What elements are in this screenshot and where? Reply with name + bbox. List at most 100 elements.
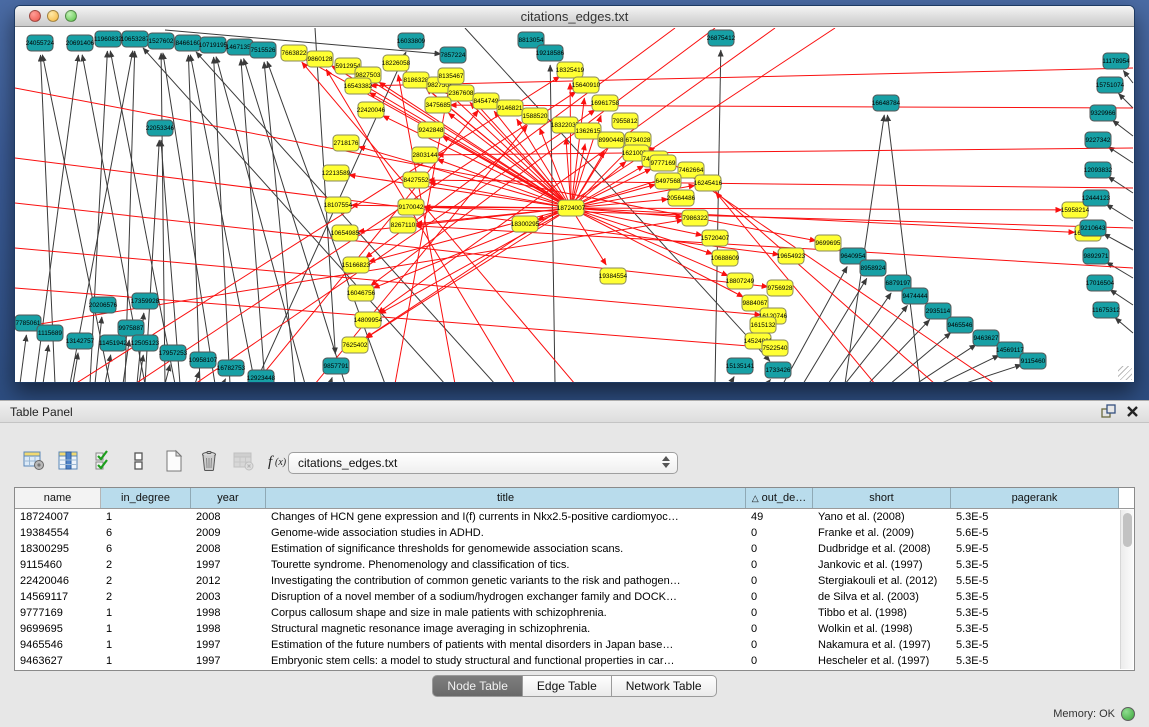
- graph-node[interactable]: 19654923: [777, 248, 806, 264]
- graph-node[interactable]: 7857224: [440, 47, 466, 63]
- graph-node[interactable]: 18107554: [324, 197, 353, 213]
- cell-out_de[interactable]: 0: [746, 637, 813, 653]
- graph-node[interactable]: 18325419: [556, 62, 585, 78]
- graph-node[interactable]: 14809954: [354, 312, 383, 328]
- graph-node[interactable]: 7522540: [762, 340, 788, 356]
- graph-node[interactable]: 10958107: [189, 352, 218, 368]
- column-header-pagerank[interactable]: pagerank: [951, 488, 1119, 508]
- cell-short[interactable]: Tibbo et al. (1998): [813, 605, 951, 621]
- resize-grip-icon[interactable]: [1118, 366, 1132, 380]
- graph-node[interactable]: 9777169: [650, 155, 676, 171]
- graph-node[interactable]: 9227342: [1085, 132, 1111, 148]
- graph-node[interactable]: 8186328: [403, 72, 429, 88]
- cell-pagerank[interactable]: 5.3E-5: [951, 605, 1119, 621]
- cell-out_de[interactable]: 0: [746, 653, 813, 669]
- cell-title[interactable]: Disruption of a novel member of a sodium…: [266, 589, 746, 605]
- graph-node[interactable]: 7663822: [281, 45, 307, 61]
- cell-out_de[interactable]: 0: [746, 589, 813, 605]
- column-header-out_de[interactable]: △out_de…: [746, 488, 813, 508]
- graph-node[interactable]: 26875412: [707, 30, 736, 46]
- graph-node[interactable]: 7625402: [342, 337, 368, 353]
- graph-node[interactable]: 16245416: [694, 175, 723, 191]
- table-row[interactable]: 2242004622012Investigating the contribut…: [15, 573, 1134, 589]
- cell-short[interactable]: Stergiakouli et al. (2012): [813, 573, 951, 589]
- graph-node[interactable]: 9115460: [1020, 353, 1046, 369]
- cell-year[interactable]: 2008: [191, 541, 266, 557]
- table-row[interactable]: 946362711997Embryonic stem cells: a mode…: [15, 653, 1134, 669]
- cell-year[interactable]: 1998: [191, 605, 266, 621]
- graph-node[interactable]: 15751074: [1096, 77, 1125, 93]
- graph-node[interactable]: 17359928: [131, 293, 160, 309]
- cell-title[interactable]: Estimation of the future numbers of pati…: [266, 637, 746, 653]
- cell-short[interactable]: Dudbridge et al. (2008): [813, 541, 951, 557]
- cell-year[interactable]: 2003: [191, 589, 266, 605]
- table-row[interactable]: 969969511998Structural magnetic resonanc…: [15, 621, 1134, 637]
- new-table-icon[interactable]: [162, 448, 186, 474]
- column-header-name[interactable]: name: [15, 488, 101, 508]
- graph-node[interactable]: 1362615: [575, 123, 601, 139]
- cell-pagerank[interactable]: 5.3E-5: [951, 509, 1119, 525]
- cell-in_degree[interactable]: 1: [101, 637, 191, 653]
- graph-node[interactable]: 16543382: [344, 78, 373, 94]
- cell-short[interactable]: de Silva et al. (2003): [813, 589, 951, 605]
- graph-node[interactable]: 9474444: [902, 288, 928, 304]
- cell-short[interactable]: Jankovic et al. (1997): [813, 557, 951, 573]
- cell-pagerank[interactable]: 5.9E-5: [951, 541, 1119, 557]
- table-row[interactable]: 1938455462009Genome-wide association stu…: [15, 525, 1134, 541]
- tab-network-table[interactable]: Network Table: [612, 675, 717, 697]
- graph-node[interactable]: 16648784: [872, 95, 901, 111]
- graph-node[interactable]: 22420046: [357, 102, 386, 118]
- graph-node[interactable]: 18807249: [726, 273, 755, 289]
- cell-name[interactable]: 9777169: [15, 605, 101, 621]
- unselect-all-icon[interactable]: [127, 448, 151, 474]
- graph-node[interactable]: 8466160: [175, 35, 201, 51]
- graph-node[interactable]: 11451942: [99, 335, 127, 351]
- delete-selected-icon[interactable]: [197, 448, 221, 474]
- cell-year[interactable]: 1998: [191, 621, 266, 637]
- graph-node[interactable]: 7986322: [682, 210, 708, 226]
- graph-node[interactable]: 7955812: [612, 113, 638, 129]
- graph-node[interactable]: 8267110: [390, 217, 416, 233]
- table-row[interactable]: 911546021997Tourette syndrome. Phenomeno…: [15, 557, 1134, 573]
- cell-pagerank[interactable]: 5.5E-5: [951, 573, 1119, 589]
- cell-short[interactable]: Nakamura et al. (1997): [813, 637, 951, 653]
- table-selector-dropdown[interactable]: citations_edges.txt: [288, 452, 678, 474]
- cell-name[interactable]: 22420046: [15, 573, 101, 589]
- cell-name[interactable]: 19384554: [15, 525, 101, 541]
- column-header-in_degree[interactable]: in_degree: [101, 488, 191, 508]
- cell-out_de[interactable]: 0: [746, 541, 813, 557]
- cell-pagerank[interactable]: 5.3E-5: [951, 557, 1119, 573]
- cell-title[interactable]: Changes of HCN gene expression and I(f) …: [266, 509, 746, 525]
- graph-node[interactable]: 9329966: [1090, 105, 1116, 121]
- graph-node[interactable]: 9465546: [947, 317, 973, 333]
- column-header-year[interactable]: year: [191, 488, 266, 508]
- table-settings-icon[interactable]: [22, 448, 46, 474]
- graph-node[interactable]: 12213589: [322, 165, 351, 181]
- graph-node[interactable]: 18724007: [557, 200, 586, 216]
- graph-node[interactable]: 15166823: [342, 257, 371, 273]
- cell-title[interactable]: Genome-wide association studies in ADHD.: [266, 525, 746, 541]
- cell-out_de[interactable]: 0: [746, 525, 813, 541]
- graph-node[interactable]: 8958924: [860, 260, 886, 276]
- graph-node[interactable]: 17957253: [159, 345, 188, 361]
- graph-node[interactable]: 1615132: [750, 317, 776, 333]
- graph-node[interactable]: 9699695: [815, 235, 841, 251]
- cell-title[interactable]: Corpus callosum shape and size in male p…: [266, 605, 746, 621]
- cell-in_degree[interactable]: 1: [101, 621, 191, 637]
- cell-year[interactable]: 1997: [191, 653, 266, 669]
- cell-short[interactable]: Franke et al. (2009): [813, 525, 951, 541]
- cell-year[interactable]: 2008: [191, 509, 266, 525]
- graph-node[interactable]: 16033809: [397, 33, 426, 49]
- network-graph[interactable]: 2405572420691406119608321065328715276028…: [15, 28, 1134, 382]
- graph-node[interactable]: 12923448: [247, 370, 276, 382]
- graph-node[interactable]: 3475685: [425, 97, 451, 113]
- cell-short[interactable]: Hescheler et al. (1997): [813, 653, 951, 669]
- table-row[interactable]: 977716911998Corpus callosum shape and si…: [15, 605, 1134, 621]
- graph-node[interactable]: 16782753: [217, 360, 246, 376]
- cell-name[interactable]: 9463627: [15, 653, 101, 669]
- graph-node[interactable]: 19384554: [599, 268, 628, 284]
- cell-name[interactable]: 9115460: [15, 557, 101, 573]
- cell-out_de[interactable]: 0: [746, 557, 813, 573]
- graph-node[interactable]: 9756928: [767, 280, 793, 296]
- graph-node[interactable]: 2935114: [925, 303, 951, 319]
